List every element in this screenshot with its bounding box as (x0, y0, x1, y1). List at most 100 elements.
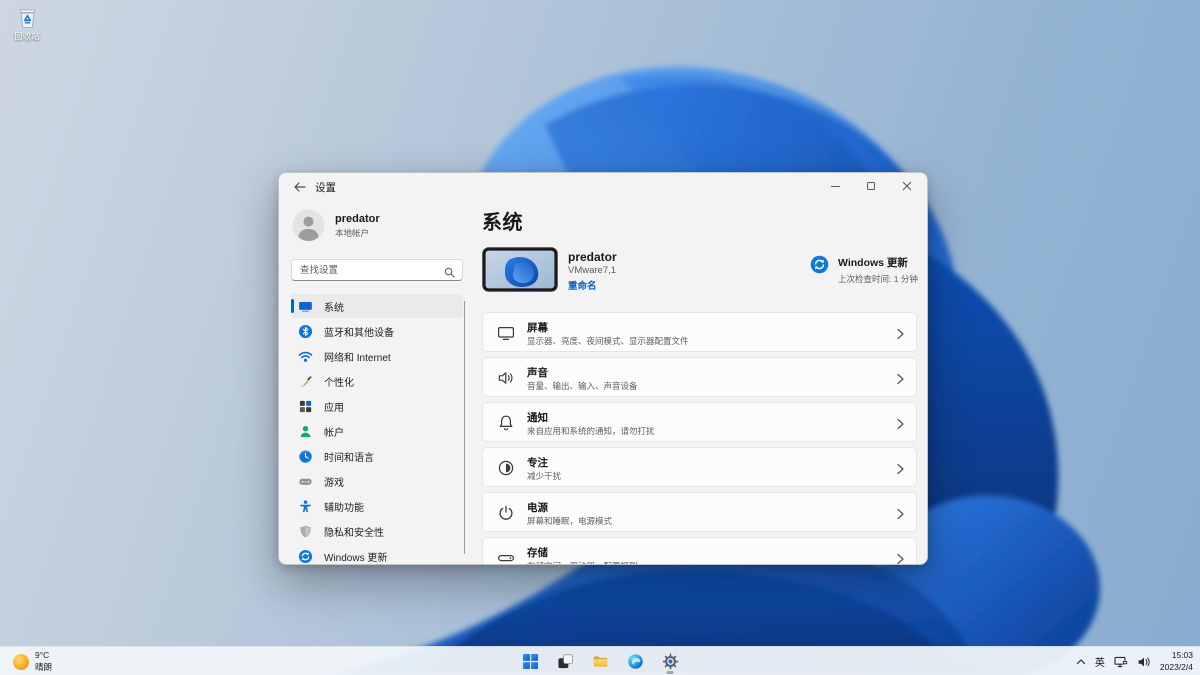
minimize-button[interactable] (817, 174, 853, 198)
weather-condition: 晴朗 (35, 662, 52, 673)
system-tray: 英 15:03 2023/2/4 (1076, 647, 1193, 675)
sidebar-item-privacy-security[interactable]: 隐私和安全性 (291, 519, 463, 543)
apps-icon (298, 399, 313, 414)
ime-language-indicator[interactable]: 英 (1095, 654, 1105, 669)
windows-update-icon (810, 255, 829, 274)
card-subtitle: 来自应用和系统的通知，请勿打扰 (527, 425, 655, 437)
sidebar-item-system[interactable]: 系统 (291, 294, 463, 318)
taskbar: 9°C 晴朗 (0, 646, 1200, 675)
sidebar-item-label: 帐户 (324, 424, 344, 439)
card-notifications[interactable]: 通知 来自应用和系统的通知，请勿打扰 (482, 402, 917, 442)
sidebar-item-label: 辅助功能 (324, 499, 364, 514)
windows-update-summary[interactable]: Windows 更新 上次检查时间: 1 分钟前 (810, 255, 918, 285)
rename-link[interactable]: 重命名 (568, 278, 617, 292)
sidebar-item-label: 网络和 Internet (324, 349, 391, 364)
card-subtitle: 减少干扰 (527, 470, 561, 482)
sidebar-item-label: 应用 (324, 399, 344, 414)
close-button[interactable] (889, 174, 925, 198)
settings-window: 设置 predator 本地帐户 (278, 172, 928, 565)
sidebar-item-label: 隐私和安全性 (324, 524, 384, 539)
sidebar-item-accessibility[interactable]: 辅助功能 (291, 494, 463, 518)
sidebar-item-network-internet[interactable]: 网络和 Internet (291, 344, 463, 368)
sidebar-item-label: Windows 更新 (324, 549, 387, 564)
card-storage[interactable]: 存储 存储空间、驱动器、配置规则 (482, 537, 917, 564)
device-header: predator VMware7,1 重命名 Windows 更新 上次检查时间… (482, 246, 918, 294)
card-title: 专注 (527, 455, 548, 470)
display-outline-icon (496, 323, 516, 343)
card-display[interactable]: 屏幕 显示器、亮度、夜间模式、显示器配置文件 (482, 312, 917, 352)
user-profile[interactable]: predator 本地帐户 (292, 209, 380, 242)
network-tray-button[interactable] (1114, 655, 1128, 669)
back-button[interactable] (289, 178, 311, 195)
task-view-icon (557, 653, 574, 670)
chevron-right-icon (895, 417, 905, 429)
recycle-bin-desktop-icon[interactable]: 回收站 (9, 6, 45, 42)
accessibility-icon (298, 499, 313, 514)
start-button[interactable] (517, 649, 543, 675)
weather-widget[interactable]: 9°C 晴朗 (9, 649, 56, 674)
recycle-bin-icon (16, 6, 39, 29)
chevron-right-icon (895, 552, 905, 564)
bluetooth-icon (298, 324, 313, 339)
card-title: 电源 (527, 500, 548, 515)
sidebar-item-label: 时间和语言 (324, 449, 374, 464)
shield-icon (298, 524, 313, 539)
search-icon (444, 265, 455, 276)
sidebar-nav-list: 系统 蓝牙和其他设备 网络和 Internet 个性化 (291, 294, 463, 565)
card-sound[interactable]: 声音 音量、输出、输入、声音设备 (482, 357, 917, 397)
clock-widget[interactable]: 15:03 2023/2/4 (1160, 650, 1193, 673)
tray-chevron-up-button[interactable] (1076, 658, 1086, 665)
card-title: 存储 (527, 545, 548, 560)
card-title: 通知 (527, 410, 548, 425)
sidebar-item-label: 个性化 (324, 374, 354, 389)
card-subtitle: 存储空间、驱动器、配置规则 (527, 560, 638, 565)
sidebar-item-label: 游戏 (324, 474, 344, 489)
settings-app-button[interactable] (657, 649, 683, 675)
maximize-button[interactable] (853, 174, 889, 198)
back-arrow-icon (294, 182, 306, 192)
chevron-up-icon (1076, 658, 1086, 665)
minimize-icon (831, 186, 840, 187)
card-power[interactable]: 电源 屏幕和睡眠，电源模式 (482, 492, 917, 532)
search-input[interactable] (300, 260, 438, 280)
windows-update-status: 上次检查时间: 1 分钟前 (838, 273, 918, 285)
page-title: 系统 (482, 206, 523, 235)
selected-indicator (291, 299, 294, 313)
volume-tray-button[interactable] (1137, 655, 1151, 669)
folder-icon (592, 653, 609, 670)
titlebar: 设置 (279, 173, 927, 199)
task-view-button[interactable] (552, 649, 578, 675)
nav-scrollbar[interactable] (464, 301, 465, 554)
window-title: 设置 (315, 180, 336, 195)
windows-update-title: Windows 更新 (838, 255, 918, 270)
sidebar-item-personalization[interactable]: 个性化 (291, 369, 463, 393)
settings-sidebar: predator 本地帐户 系统 蓝牙和其他 (291, 199, 467, 564)
display-icon (298, 299, 313, 314)
network-icon (1114, 655, 1128, 669)
maximize-icon (867, 182, 875, 190)
gamepad-icon (298, 474, 313, 489)
card-title: 屏幕 (527, 320, 548, 335)
sidebar-item-bluetooth-devices[interactable]: 蓝牙和其他设备 (291, 319, 463, 343)
chevron-right-icon (895, 327, 905, 339)
sidebar-item-accounts[interactable]: 帐户 (291, 419, 463, 443)
device-name: predator (568, 250, 617, 264)
sidebar-item-gaming[interactable]: 游戏 (291, 469, 463, 493)
recycle-bin-label: 回收站 (9, 30, 45, 42)
sidebar-item-label: 蓝牙和其他设备 (324, 324, 394, 339)
card-focus[interactable]: 专注 减少干扰 (482, 447, 917, 487)
card-subtitle: 音量、输出、输入、声音设备 (527, 380, 638, 392)
settings-card-list: 屏幕 显示器、亮度、夜间模式、显示器配置文件 声音 音量、输出、输入、声音设备 (482, 312, 917, 564)
sidebar-item-time-language[interactable]: 时间和语言 (291, 444, 463, 468)
sidebar-item-apps[interactable]: 应用 (291, 394, 463, 418)
edge-browser-button[interactable] (622, 649, 648, 675)
sidebar-item-label: 系统 (324, 299, 344, 314)
bell-icon (496, 413, 516, 433)
card-subtitle: 显示器、亮度、夜间模式、显示器配置文件 (527, 335, 689, 347)
sidebar-item-windows-update[interactable]: Windows 更新 (291, 544, 463, 565)
taskbar-center (517, 647, 683, 675)
avatar (292, 209, 325, 242)
file-explorer-button[interactable] (587, 649, 613, 675)
card-subtitle: 屏幕和睡眠，电源模式 (527, 515, 612, 527)
chevron-right-icon (895, 507, 905, 519)
